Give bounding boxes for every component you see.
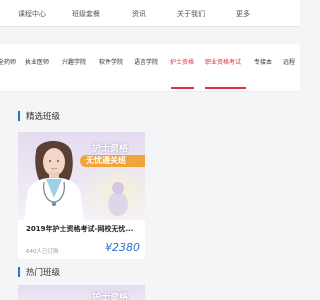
section-title-text: 精选班级 (26, 112, 61, 122)
banner-title: 护士资格 (92, 293, 129, 300)
category-item[interactable]: 专接本 (254, 57, 272, 66)
category-item[interactable]: 软件学院 (99, 57, 123, 66)
nav-more[interactable]: 更多 (236, 9, 250, 19)
course-card[interactable]: 护士资格 无忧通关班 2019年护士资格考试-网校无忧... 640人已订购 ¥… (18, 132, 145, 259)
nav-news[interactable]: 资讯 (132, 9, 146, 19)
sold-count: 640人已订购 (26, 249, 59, 255)
nav-about-us[interactable]: 关于我们 (177, 9, 205, 19)
category-bar: 全药师 执业医师 兴趣学院 软件学院 语言学院 护士资格 职业资格考试 专接本 … (0, 44, 300, 92)
course-price: ¥2380 (105, 241, 140, 254)
course-title[interactable]: 2019年护士资格考试-网校无忧... (26, 224, 141, 234)
banner-title: 护士资格 (92, 144, 129, 154)
category-item-active[interactable]: 职业资格考试 (205, 57, 241, 66)
section-title-featured: 精选班级 (18, 110, 60, 122)
nav-class-packages[interactable]: 班级套餐 (72, 9, 100, 19)
category-item[interactable]: 远程 (283, 57, 295, 66)
top-nav: 课程中心 班级套餐 资讯 关于我们 更多 (0, 0, 300, 27)
course-card[interactable]: 护士资格 (18, 285, 145, 300)
active-tab-underline (205, 87, 246, 89)
banner-ribbon-text: 无忧通关班 (86, 156, 126, 165)
category-item[interactable]: 全药师 (0, 57, 16, 66)
active-tab-underline (171, 87, 194, 89)
section-title-text: 热门班级 (26, 268, 61, 278)
section-marker (18, 111, 20, 121)
category-item[interactable]: 语言学院 (134, 57, 158, 66)
category-item[interactable]: 执业医师 (25, 57, 49, 66)
section-marker (18, 267, 20, 277)
course-banner[interactable]: 护士资格 无忧通关班 (18, 132, 145, 220)
category-item-active[interactable]: 护士资格 (170, 57, 194, 66)
nav-course-center[interactable]: 课程中心 (18, 9, 46, 19)
section-title-hot: 热门班级 (18, 266, 60, 278)
category-item[interactable]: 兴趣学院 (62, 57, 86, 66)
